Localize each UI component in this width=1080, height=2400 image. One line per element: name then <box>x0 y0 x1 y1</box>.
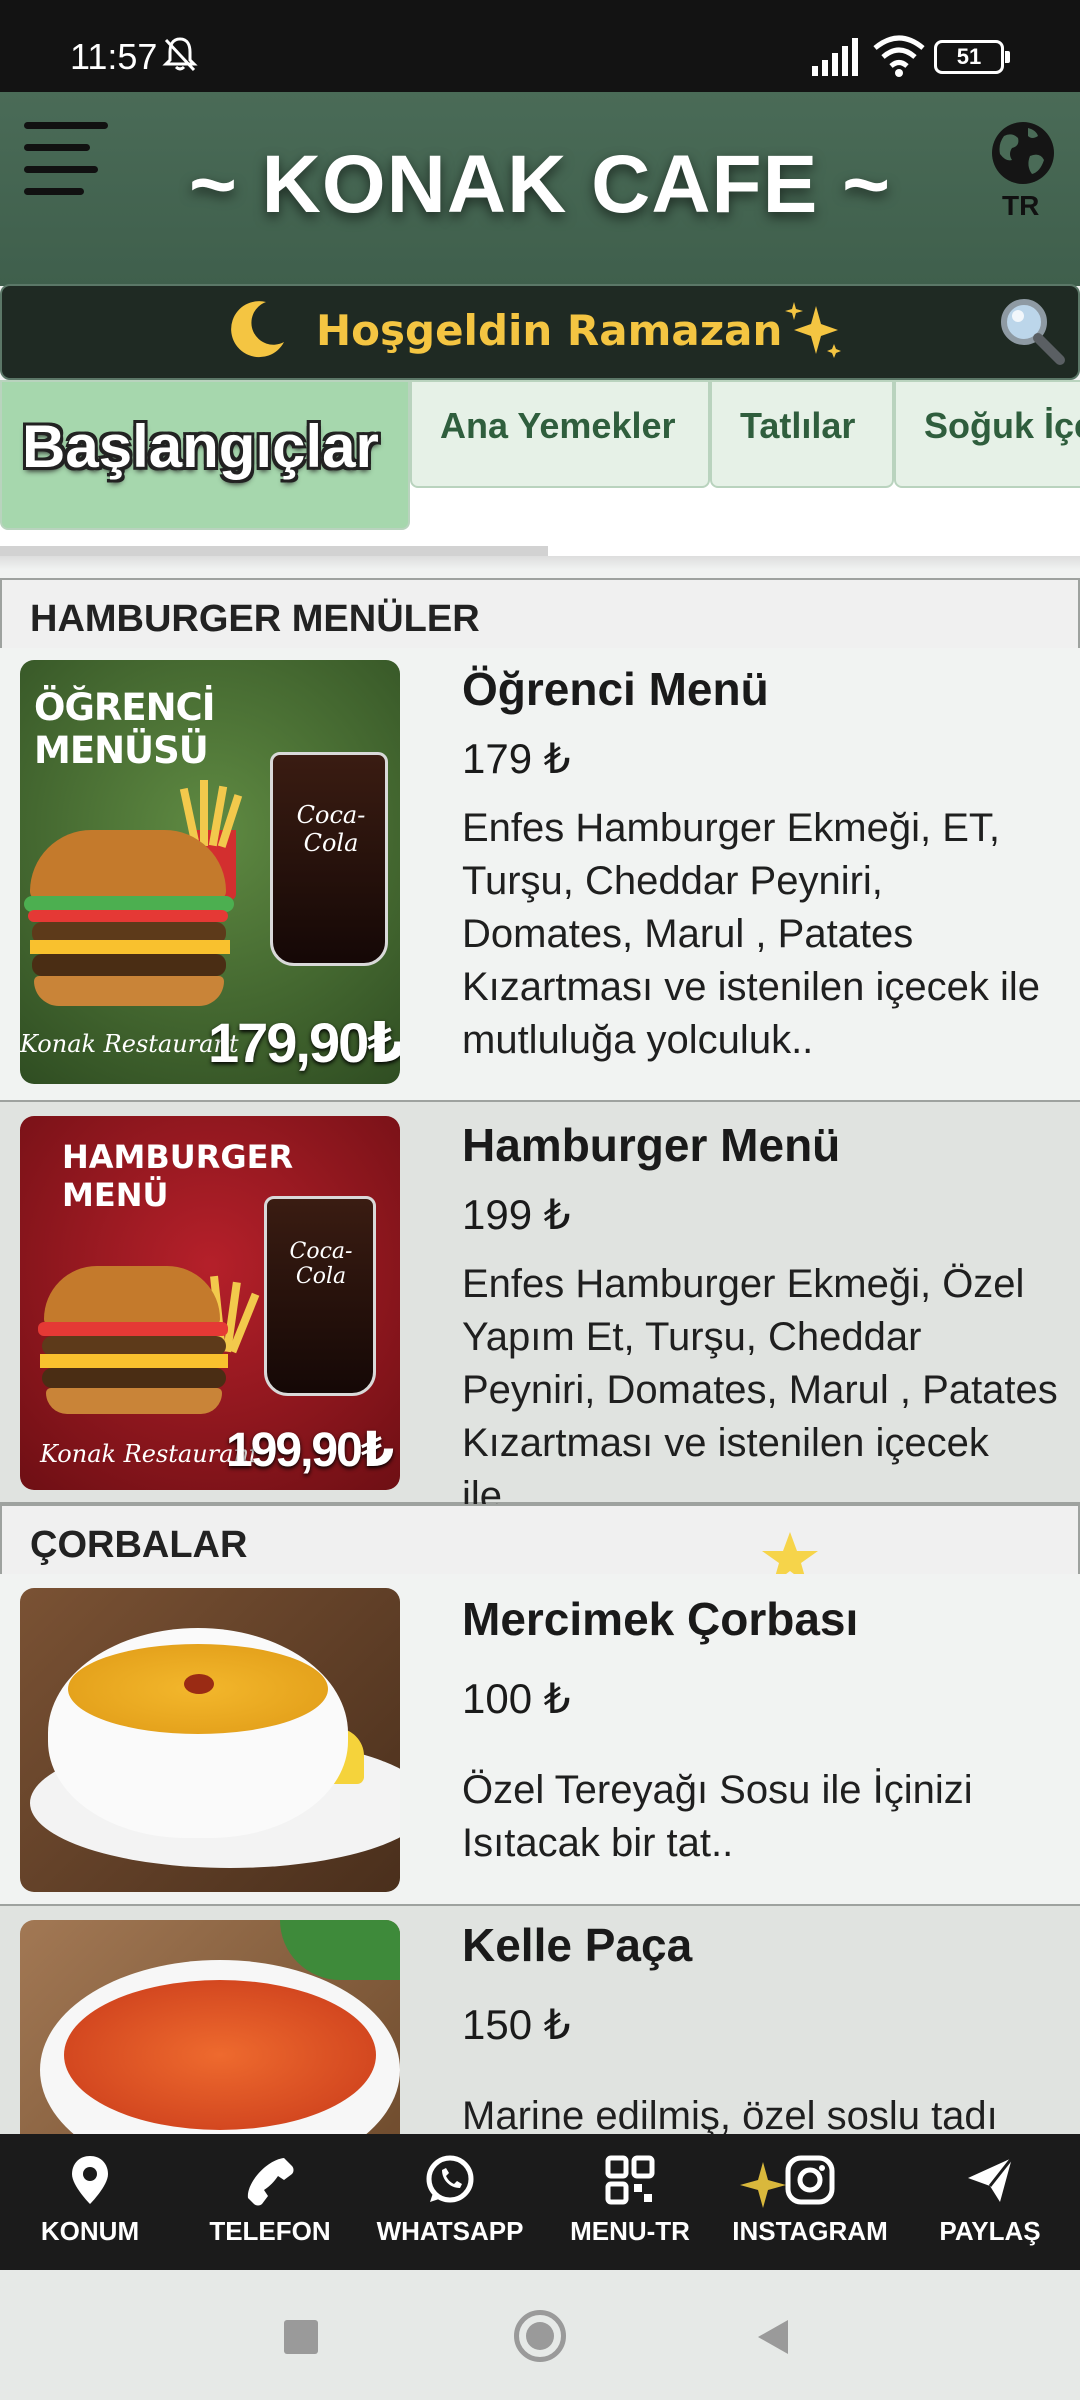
menu-item-kelle-paca[interactable]: Kelle Paça 150 ₺ Marine edilmiş, özel so… <box>0 1906 1080 2134</box>
globe-icon[interactable] <box>990 120 1056 186</box>
section-title: HAMBURGER MENÜLER <box>30 598 480 640</box>
item-name: Öğrenci Menü <box>462 663 769 715</box>
item-description: Enfes Hamburger Ekmeği, ET, Turşu, Chedd… <box>462 806 1041 1062</box>
ogrenci-menu-image: ÖĞRENCİ MENÜSÜ Coca-Cola Konak Restauran… <box>20 660 400 1084</box>
item-name: Kelle Paça <box>462 1919 693 1971</box>
nav-label: WHATSAPP <box>376 2216 524 2246</box>
item-name: Hamburger Menü <box>462 1119 841 1171</box>
tab-ana-yemekler[interactable]: Ana Yemekler <box>410 380 710 488</box>
recents-button[interactable] <box>284 2320 318 2354</box>
mercimek-soup-image <box>20 1588 400 1892</box>
brand-title: ~ KONAK CAFE ~ <box>189 139 891 230</box>
cola-glass-graphic: Coca-Cola <box>264 1196 376 1396</box>
item-price: 179 ₺ <box>462 735 571 782</box>
nav-menu-tr[interactable]: MENU-TR <box>540 2134 720 2270</box>
burger-graphic <box>38 1266 238 1416</box>
item-name: Mercimek Çorbası <box>462 1593 859 1645</box>
menu-item-mercimek[interactable]: Mercimek Çorbası 100 ₺ Özel Tereyağı Sos… <box>0 1574 1080 1906</box>
tab-soguk-icecekler[interactable]: Soğuk İçe <box>894 380 1080 488</box>
battery-level: 51 <box>956 44 982 69</box>
location-pin-icon <box>72 2156 108 2204</box>
category-tabs: Başlangıçlar Ana Yemekler Tatlılar Soğuk… <box>0 380 1080 560</box>
crescent-moon-icon <box>231 301 284 358</box>
instagram-icon <box>785 2155 835 2205</box>
menu-item-ogrenci[interactable]: ÖĞRENCİ MENÜSÜ Coca-Cola Konak Restauran… <box>0 648 1080 1102</box>
search-icon[interactable] <box>994 294 1068 368</box>
item-description: Marine edilmiş, özel soslu tadı <box>462 2094 998 2134</box>
nav-instagram[interactable]: INSTAGRAM <box>720 2134 900 2270</box>
item-description: Özel Tereyağı Sosu ile İçinizi Isıtacak … <box>462 1768 973 1865</box>
nav-label: INSTAGRAM <box>732 2216 888 2246</box>
back-button[interactable] <box>754 2318 790 2356</box>
item-price: 199 ₺ <box>462 1191 571 1238</box>
section-header-hamburger: HAMBURGER MENÜLER <box>0 578 1080 650</box>
tab-tatlilar[interactable]: Tatlılar <box>710 380 894 488</box>
banner-text: Hoşgeldin Ramazan <box>316 306 783 355</box>
sparkle-icon <box>740 2162 786 2208</box>
phone-icon <box>247 2158 294 2206</box>
item-description: Enfes Hamburger Ekmeği, Özel Yapım Et, T… <box>462 1262 1058 1518</box>
image-price: 179,90₺ <box>208 1011 400 1074</box>
nav-whatsapp[interactable]: WHATSAPP <box>360 2134 540 2270</box>
divider <box>0 556 1080 570</box>
nav-label: MENU-TR <box>570 2216 690 2246</box>
nav-label: TELEFON <box>209 2216 331 2246</box>
menu-item-hamburger[interactable]: HAMBURGER MENÜ Coca-Cola Konak Restauran… <box>0 1102 1080 1518</box>
section-title: ÇORBALAR <box>30 1524 248 1566</box>
burger-graphic <box>20 830 244 1010</box>
image-brand: Konak Restaurant <box>20 1030 239 1058</box>
sparkles-icon <box>785 302 841 358</box>
share-icon <box>968 2157 1014 2202</box>
hamburger-menu-image: HAMBURGER MENÜ Coca-Cola Konak Restauran… <box>20 1116 400 1490</box>
nav-paylas[interactable]: PAYLAŞ <box>900 2134 1080 2270</box>
wifi-icon <box>873 35 925 77</box>
language-selector[interactable]: TR <box>1002 190 1039 222</box>
battery-icon: 51 <box>934 40 1010 74</box>
whatsapp-icon <box>426 2155 474 2203</box>
status-time: 11:57 <box>70 36 158 77</box>
item-price: 100 ₺ <box>462 1675 571 1722</box>
cola-logo: Coca-Cola <box>296 801 366 857</box>
signal-icon <box>812 38 858 76</box>
system-navigation-bar <box>0 2270 1080 2400</box>
home-button[interactable] <box>514 2310 566 2362</box>
qr-code-icon <box>605 2155 655 2205</box>
nav-label: PAYLAŞ <box>939 2216 1041 2246</box>
tab-baslangiclar[interactable]: Başlangıçlar <box>0 380 410 530</box>
nav-label: KONUM <box>40 2216 140 2246</box>
nav-telefon[interactable]: TELEFON <box>180 2134 360 2270</box>
item-price: 150 ₺ <box>462 2001 571 2048</box>
tab-scroll-indicator <box>0 546 548 556</box>
cola-logo: Coca-Cola <box>289 1239 353 1289</box>
cola-glass-graphic: Coca-Cola <box>270 752 388 966</box>
status-bar: 11:57 51 <box>0 0 1080 92</box>
nav-konum[interactable]: KONUM <box>0 2134 180 2270</box>
kelle-paca-soup-image <box>20 1920 400 2134</box>
bottom-navigation: KONUM TELEFON WHATSAPP MENU-TR INSTAGRAM… <box>0 2134 1080 2270</box>
image-price: 199,90₺ <box>226 1424 394 1477</box>
section-header-corbalar: ÇORBALAR <box>0 1504 1080 1576</box>
bell-muted-icon <box>162 37 198 72</box>
